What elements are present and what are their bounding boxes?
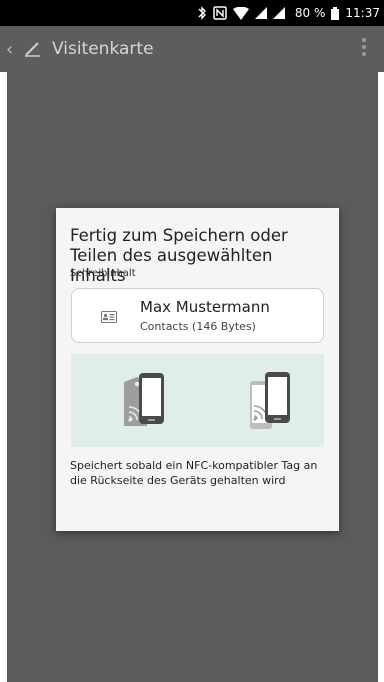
signal-icon	[272, 7, 285, 19]
content-name: Max Mustermann	[140, 298, 270, 316]
nfc-tag-phone-icon	[124, 373, 164, 426]
nfc-illustration-panel	[71, 354, 324, 447]
content-detail: Contacts (146 Bytes)	[140, 320, 256, 333]
overflow-menu-icon[interactable]	[362, 38, 366, 56]
content-card: Max Mustermann Contacts (146 Bytes)	[71, 288, 324, 343]
nfc-write-dialog: Fertig zum Speichern oder Teilen des aus…	[56, 208, 339, 531]
clock: 11:37	[345, 6, 380, 20]
nfc-icon	[213, 6, 227, 20]
signal-icon	[254, 7, 267, 19]
app-bar: ‹ Visitenkarte	[0, 26, 384, 72]
wifi-icon	[232, 6, 249, 20]
back-icon[interactable]: ‹	[6, 39, 20, 60]
bluetooth-icon	[197, 6, 207, 20]
contact-card-icon	[101, 308, 117, 323]
battery-icon	[331, 6, 340, 20]
dialog-subtitle: Schreibinhalt	[70, 268, 136, 279]
pencil-icon	[22, 38, 44, 60]
phone-to-phone-icon	[250, 372, 290, 429]
dialog-description: Speichert sobald ein NFC-kompatibler Tag…	[70, 459, 318, 487]
app-title: Visitenkarte	[52, 39, 154, 59]
status-bar: 80 % 11:37	[0, 0, 384, 26]
battery-label: 80 %	[294, 6, 326, 20]
